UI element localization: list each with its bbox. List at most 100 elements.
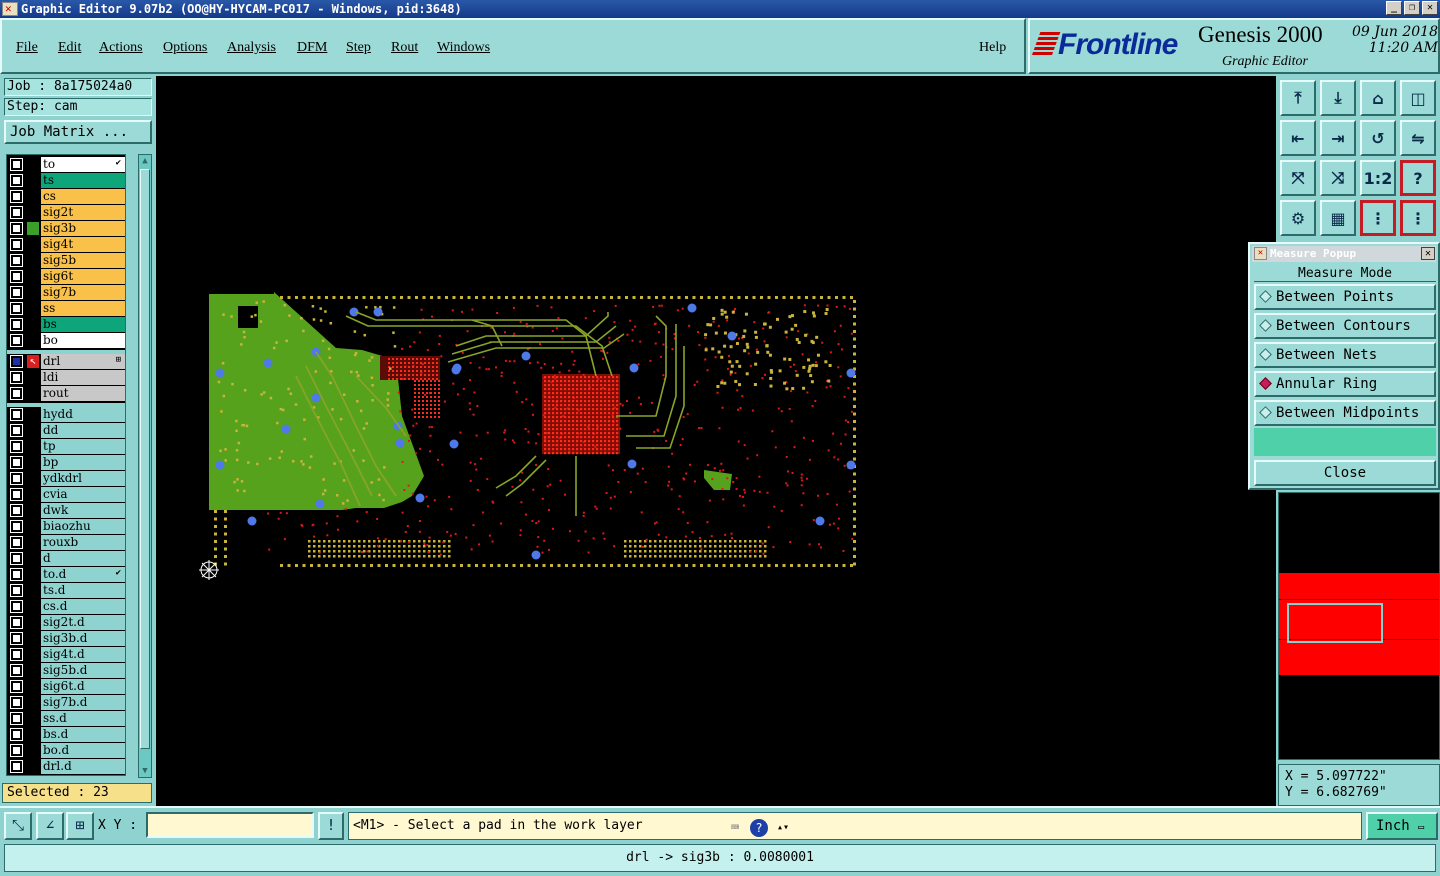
layer-checkbox[interactable] [10, 520, 23, 533]
popup-close-icon[interactable]: ✕ [1421, 247, 1435, 260]
help-icon[interactable]: ? [750, 819, 768, 837]
layer-row-sig3b-d[interactable]: sig3b.d [7, 631, 125, 646]
scroll-thumb[interactable] [140, 169, 150, 749]
layer-checkbox[interactable] [10, 696, 23, 709]
measure-popup-titlebar[interactable]: ✕ Measure Popup ✕ [1252, 246, 1436, 262]
menu-analysis[interactable]: Analysis [227, 40, 276, 56]
layer-checkbox[interactable] [10, 616, 23, 629]
layer-row-ydkdrl[interactable]: ydkdrl [7, 471, 125, 486]
layer-checkbox[interactable] [10, 302, 23, 315]
scale-1-2-button[interactable]: 1:2 [1360, 160, 1396, 196]
layer-checkbox[interactable] [10, 632, 23, 645]
layer-list[interactable]: to ✔ ts cs sig2t sig3b sig4t sig5b sig6t sig7b ss b… [6, 154, 126, 776]
layer-row-sig6t[interactable]: sig6t [7, 269, 125, 284]
layer-checkbox[interactable] [10, 584, 23, 597]
menu-dfm[interactable]: DFM [297, 40, 327, 56]
layer-row-bo[interactable]: bo [7, 333, 125, 348]
layer-row-sig3b[interactable]: sig3b [7, 221, 125, 236]
alert-icon[interactable]: ! [318, 812, 344, 840]
layer-row-ldi[interactable]: ldi [7, 370, 125, 385]
layer-checkbox[interactable] [10, 472, 23, 485]
layer-affected-marker[interactable] [27, 174, 39, 187]
layer-affected-marker[interactable] [27, 632, 39, 645]
rotate-button[interactable]: ↺ [1360, 120, 1396, 156]
layer-checkbox[interactable] [10, 552, 23, 565]
layer-row-sig7b[interactable]: sig7b [7, 285, 125, 300]
layer-checkbox[interactable] [10, 408, 23, 421]
scroll-down-icon[interactable]: ▼ [139, 765, 151, 777]
units-button[interactable]: Inch ▭ [1366, 812, 1438, 840]
layer-row-dd[interactable]: dd [7, 423, 125, 438]
layer-affected-marker[interactable] [27, 318, 39, 331]
layer-checkbox[interactable] [10, 334, 23, 347]
layer-row-cs-d[interactable]: cs.d [7, 599, 125, 614]
layer-checkbox[interactable] [10, 648, 23, 661]
layer-row-sig2t[interactable]: sig2t [7, 205, 125, 220]
layer-checkbox[interactable] [10, 158, 23, 171]
pan-left-button[interactable]: ⇤ [1280, 120, 1316, 156]
layer-row-drl-d[interactable]: drl.d [7, 759, 125, 774]
mode-between-midpoints[interactable]: Between Midpoints [1254, 400, 1436, 426]
layer-checkbox[interactable] [10, 600, 23, 613]
layer-affected-marker[interactable] [27, 222, 39, 235]
layer-affected-marker[interactable] [27, 552, 39, 565]
keyboard-icon[interactable]: ⌨ [724, 818, 746, 838]
layer-affected-marker[interactable] [27, 334, 39, 347]
window-split-button[interactable]: ◫ [1400, 80, 1436, 116]
zoom-home-button[interactable]: ⤒ [1280, 80, 1316, 116]
layer-affected-marker[interactable] [27, 680, 39, 693]
xy-input[interactable] [146, 812, 314, 838]
layer-row-sig7b-d[interactable]: sig7b.d [7, 695, 125, 710]
graphic-canvas[interactable] [156, 76, 1276, 806]
layer-row-sig5b-d[interactable]: sig5b.d [7, 663, 125, 678]
layer-affected-marker[interactable] [27, 302, 39, 315]
maximize-button[interactable]: ❐ [1404, 1, 1420, 15]
layer-affected-marker[interactable] [27, 456, 39, 469]
layer-affected-marker[interactable] [27, 648, 39, 661]
mode-between-points[interactable]: Between Points [1254, 284, 1436, 310]
layer-affected-marker[interactable] [27, 371, 39, 384]
grid-snap-icon[interactable]: ⊞ [66, 812, 94, 840]
layer-affected-marker[interactable] [27, 520, 39, 533]
layer-row-biaozhu[interactable]: biaozhu [7, 519, 125, 534]
layer-checkbox[interactable] [10, 760, 23, 773]
menu-file[interactable]: File [16, 40, 38, 56]
layer-row-to[interactable]: to ✔ [7, 157, 125, 172]
menu-actions[interactable]: Actions [99, 40, 143, 56]
layer-row-cs[interactable]: cs [7, 189, 125, 204]
job-matrix-button[interactable]: Job Matrix ... [4, 120, 152, 144]
layer-row-sig2t-d[interactable]: sig2t.d [7, 615, 125, 630]
pan-right-button[interactable]: ⇥ [1320, 120, 1356, 156]
layer-checkbox[interactable] [10, 440, 23, 453]
mode-between-nets[interactable]: Between Nets [1254, 342, 1436, 368]
layer-affected-marker[interactable] [27, 190, 39, 203]
layer-checkbox[interactable] [10, 206, 23, 219]
more-icon[interactable]: ▴▾ [772, 818, 794, 838]
layers-b-button[interactable]: ⋮ [1400, 200, 1436, 236]
layer-affected-marker[interactable] [27, 504, 39, 517]
layer-row-dwk[interactable]: dwk [7, 503, 125, 518]
layer-row-ts[interactable]: ts [7, 173, 125, 188]
menu-rout[interactable]: Rout [391, 40, 418, 56]
menu-options[interactable]: Options [163, 40, 207, 56]
minimize-button[interactable]: _ [1386, 1, 1402, 15]
layer-row-rouxb[interactable]: rouxb [7, 535, 125, 550]
layer-affected-marker[interactable] [27, 158, 39, 171]
fit-profile-button[interactable]: ⤨ [1320, 160, 1356, 196]
window-titlebar[interactable]: Graphic Editor 9.07b2 (OO@HY-HYCAM-PC017… [0, 0, 1440, 18]
layer-checkbox[interactable] [10, 456, 23, 469]
layer-checkbox[interactable] [10, 222, 23, 235]
measure-close-button[interactable]: Close [1254, 460, 1436, 486]
layer-checkbox[interactable] [10, 190, 23, 203]
tools-button[interactable]: ⚙ [1280, 200, 1316, 236]
layer-row-rout[interactable]: rout [7, 386, 125, 401]
menu-step[interactable]: Step [346, 40, 371, 56]
layer-checkbox[interactable] [10, 238, 23, 251]
layer-affected-marker[interactable] [27, 424, 39, 437]
layer-checkbox[interactable] [10, 254, 23, 267]
layer-checkbox[interactable] [10, 680, 23, 693]
layer-row-bp[interactable]: bp [7, 455, 125, 470]
layer-checkbox[interactable] [10, 387, 23, 400]
menu-edit[interactable]: Edit [58, 40, 81, 56]
layer-checkbox[interactable] [10, 424, 23, 437]
